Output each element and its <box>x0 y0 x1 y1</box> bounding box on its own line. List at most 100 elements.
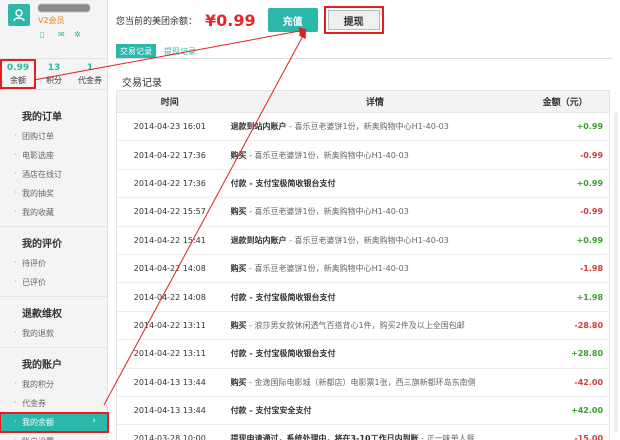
cell-detail: 购买 - 喜乐豆老婆饼1份，新奥购物中心H1-40-03 <box>223 263 528 274</box>
stat-label: 积分 <box>46 76 62 85</box>
sidebar-item-account-settings[interactable]: 账户设置 <box>0 432 108 440</box>
stat-label: 余额 <box>10 76 26 85</box>
stat-balance[interactable]: 0.99 余额 <box>0 59 36 89</box>
cell-time: 2014-04-22 17:36 <box>133 178 206 188</box>
cell-amount: -1.98 <box>579 264 604 274</box>
detail-desc: - 喜乐豆老婆饼1份，新奥购物中心H1-40-03 <box>286 235 449 245</box>
cell-amount: -42.00 <box>574 377 604 387</box>
nav-group-reviews: 我的评价 待评价 已评价 <box>0 227 108 297</box>
balance-value: ¥0.99 <box>205 10 256 30</box>
stat-vouchers[interactable]: 1 代金券 <box>72 59 108 89</box>
cell-detail: 付款 - 支付宝极简收银台支付 <box>223 178 528 189</box>
cell-detail: 购买 - 金逸国际电影城（新都店）电影票1张，西三旗新都环岛东南侧 <box>223 377 528 388</box>
table-row: 2014-04-22 15:41 退款到站内账户 - 喜乐豆老婆饼1份，新奥购物中… <box>117 227 609 255</box>
phone-icon[interactable]: ▯ <box>40 30 44 39</box>
sidebar-item-points[interactable]: 我的积分 <box>0 375 108 394</box>
cell-detail: 付款 - 支付宝极简收银台支付 <box>223 348 528 359</box>
nav-title: 我的评价 <box>22 239 62 250</box>
nav-group-refunds: 退款维权 我的退款 <box>0 297 108 348</box>
detail-desc: - 喜乐豆老婆饼1份，新奥购物中心H1-40-03 <box>246 207 409 217</box>
stat-label: 代金券 <box>78 76 102 85</box>
table-row: 2014-04-22 14:08 付款 - 支付宝极简收银台支付 +1.98 <box>117 283 609 312</box>
section-title: 交易记录 <box>122 78 162 89</box>
nav-group-account: 我的账户 我的积分 代金券 我的余额 › 账户设置 <box>0 348 109 440</box>
detail-type: 提现申请通过，系统处理中，将在3-10工作日内到账 <box>230 434 419 440</box>
cell-amount: +0.99 <box>576 178 604 188</box>
divider <box>116 58 612 59</box>
cell-amount: -28.80 <box>574 320 604 330</box>
column-header-amount: 金额（元） <box>542 98 588 108</box>
detail-type: 付款 - 支付宝安全支付 <box>230 406 312 416</box>
nav-title: 我的订单 <box>22 112 62 123</box>
detail-desc: - 喜乐豆老婆饼1份，新奥购物中心H1-40-03 <box>246 150 409 160</box>
cell-time: 2014-04-23 16:01 <box>133 122 206 132</box>
table-row: 2014-04-22 13:11 付款 - 支付宝极简收银台支付 +28.80 <box>117 340 609 369</box>
cell-time: 2014-03-28 10:00 <box>133 434 206 440</box>
sidebar-item-my-refunds[interactable]: 我的退款 <box>0 324 108 343</box>
sidebar-item-to-review[interactable]: 待评价 <box>0 254 108 273</box>
username-blurred <box>38 4 90 12</box>
table-row: 2014-04-22 15:57 购买 - 喜乐豆老婆饼1份，新奥购物中心H1-4… <box>117 198 609 227</box>
table-row: 2014-03-28 10:00 提现申请通过，系统处理中，将在3-10工作日内到… <box>117 425 609 440</box>
cell-amount: +0.99 <box>576 122 604 132</box>
detail-desc: - 正一味单人餐 <box>418 434 475 440</box>
detail-desc: - 金逸国际电影城（新都店）电影票1张，西三旗新都环岛东南侧 <box>246 377 476 387</box>
cell-detail: 提现申请通过，系统处理中，将在3-10工作日内到账 - 正一味单人餐 <box>223 433 528 440</box>
sidebar-item-balance[interactable]: 我的余额 › <box>0 412 109 433</box>
detail-type: 付款 - 支付宝极简收银台支付 <box>230 349 336 359</box>
detail-desc: - 喜乐豆老婆饼1份，新奥购物中心H1-40-03 <box>286 122 449 132</box>
tab-transactions[interactable]: 交易记录 <box>116 44 156 59</box>
detail-type: 购买 <box>230 320 247 330</box>
sidebar-item-label: 我的余额 <box>22 418 54 427</box>
sidebar-item-vouchers[interactable]: 代金券 <box>0 394 108 413</box>
record-tabs: 交易记录 提现记录 <box>116 44 200 59</box>
detail-type: 购买 <box>230 207 247 217</box>
cell-detail: 购买 - 喜乐豆老婆饼1份，新奥购物中心H1-40-03 <box>223 206 528 217</box>
detail-desc: - 喜乐豆老婆饼1份，新奥购物中心H1-40-03 <box>246 264 409 274</box>
cell-amount: +1.98 <box>576 292 604 302</box>
cell-time: 2014-04-22 14:08 <box>133 264 206 274</box>
sidebar-item-movie-seats[interactable]: 电影选座 <box>0 146 108 165</box>
mail-icon[interactable]: ✉ <box>58 30 65 39</box>
withdraw-highlight: 提现 <box>323 6 384 34</box>
table-row: 2014-04-22 17:36 付款 - 支付宝极简收银台支付 +0.99 <box>117 170 609 199</box>
cell-detail: 退款到站内账户 - 喜乐豆老婆饼1份，新奥购物中心H1-40-03 <box>223 121 528 132</box>
cell-amount: +42.00 <box>571 406 604 416</box>
recharge-button[interactable]: 充值 <box>267 8 318 32</box>
nav-group-orders: 我的订单 团购订单 电影选座 酒店在线订 我的抽奖 我的收藏 <box>0 100 108 227</box>
tab-withdrawals[interactable]: 提现记录 <box>160 44 200 59</box>
chevron-right-icon: › <box>92 416 96 426</box>
main-content: 您当前的美团余额： ¥0.99 充值 提现 交易记录 提现记录 交易记录 时间 … <box>108 0 620 440</box>
cell-detail: 购买 - 浪莎男女款休闲透气百搭背心1件，购买2件及以上全国包邮 <box>223 320 528 331</box>
cell-amount: +28.80 <box>571 349 604 359</box>
gear-icon[interactable]: ✲ <box>74 30 81 39</box>
table-body: 2014-04-23 16:01 退款到站内账户 - 喜乐豆老婆饼1份，新奥购物中… <box>117 113 609 440</box>
table-row: 2014-04-23 16:01 退款到站内账户 - 喜乐豆老婆饼1份，新奥购物中… <box>117 113 609 142</box>
cell-amount: -15.00 <box>574 434 604 440</box>
sidebar-item-group-orders[interactable]: 团购订单 <box>0 127 108 146</box>
account-stats: 0.99 余额 13 积分 1 代金券 <box>0 58 108 90</box>
sidebar-item-lottery[interactable]: 我的抽奖 <box>0 184 108 203</box>
table-row: 2014-04-22 17:36 购买 - 喜乐豆老婆饼1份，新奥购物中心H1-4… <box>117 141 609 170</box>
avatar[interactable] <box>8 4 30 26</box>
detail-type: 付款 - 支付宝极简收银台支付 <box>230 178 336 188</box>
cell-time: 2014-04-13 13:44 <box>133 377 206 387</box>
cell-time: 2014-04-22 13:11 <box>133 349 206 359</box>
detail-type: 付款 - 支付宝极简收银台支付 <box>230 292 336 302</box>
table-row: 2014-04-22 14:08 购买 - 喜乐豆老婆饼1份，新奥购物中心H1-4… <box>117 255 609 284</box>
sidebar-item-favorites[interactable]: 我的收藏 <box>0 203 108 222</box>
cell-time: 2014-04-22 13:11 <box>133 320 206 330</box>
table-row: 2014-04-13 13:44 付款 - 支付宝安全支付 +42.00 <box>117 397 609 426</box>
scrollbar[interactable] <box>614 112 618 432</box>
sidebar-item-hotel[interactable]: 酒店在线订 <box>0 165 108 184</box>
detail-type: 购买 <box>230 264 247 274</box>
stat-points[interactable]: 13 积分 <box>36 59 72 89</box>
sidebar-item-reviewed[interactable]: 已评价 <box>0 273 108 292</box>
table-header: 时间 详情 金额（元） <box>117 91 609 113</box>
table-row: 2014-04-13 13:44 购买 - 金逸国际电影城（新都店）电影票1张，西… <box>117 369 609 397</box>
cell-detail: 付款 - 支付宝极简收银台支付 <box>223 292 528 303</box>
cell-amount: -0.99 <box>579 207 604 217</box>
user-icon <box>13 9 25 22</box>
cell-time: 2014-04-22 17:36 <box>133 150 206 160</box>
withdraw-button[interactable]: 提现 <box>327 10 380 30</box>
